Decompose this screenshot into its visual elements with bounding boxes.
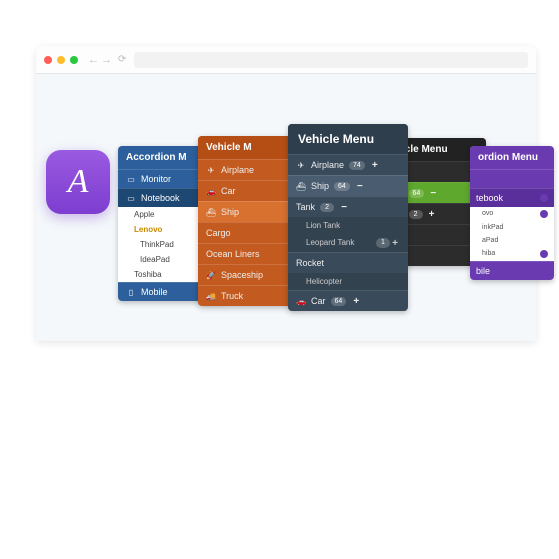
menu-item-tank[interactable]: Tank2− — [288, 196, 408, 217]
plus-icon[interactable]: + — [370, 160, 380, 170]
reload-icon[interactable]: ⟳ — [118, 54, 126, 65]
plus-icon[interactable]: + — [351, 296, 361, 306]
panel-stack: Accordion M ▭Monitor ▭Notebook Apple Len… — [118, 124, 534, 364]
sub-item[interactable]: aPad — [470, 234, 554, 247]
menu-item[interactable] — [470, 169, 554, 188]
menu-item-ship[interactable]: ⛴Ship64− — [288, 175, 408, 196]
minimize-icon[interactable] — [57, 56, 65, 64]
minus-icon[interactable]: − — [355, 181, 365, 191]
browser-chrome: ← → ⟳ — [36, 46, 536, 74]
sub-item[interactable]: inkPad — [470, 221, 554, 234]
notebook-icon: ▭ — [126, 193, 136, 203]
count-badge: 64 — [334, 182, 350, 191]
count-badge: 1 — [376, 238, 390, 248]
sub-item[interactable]: Leopard Tank1+ — [288, 234, 408, 252]
maximize-icon[interactable] — [70, 56, 78, 64]
monitor-icon: ▭ — [126, 174, 136, 184]
minus-icon[interactable]: − — [339, 202, 349, 212]
ship-icon: ⛴ — [296, 181, 306, 191]
sub-item[interactable]: Lion Tank — [288, 217, 408, 234]
sub-item[interactable]: hiba — [470, 247, 554, 261]
airplane-icon: ✈ — [206, 165, 216, 175]
url-bar[interactable] — [134, 52, 528, 68]
ship-icon: ⛴ — [206, 207, 216, 217]
panel-title: ordion Menu — [470, 146, 554, 169]
app-icon-letter: A — [68, 163, 89, 201]
sub-item[interactable]: Helicopter — [288, 273, 408, 290]
accordion-panel-purple: ordion Menu tebook ovo inkPad aPad hiba … — [470, 146, 554, 280]
minus-icon[interactable]: − — [428, 188, 438, 198]
app-icon: A — [46, 150, 110, 214]
expand-icon[interactable] — [540, 250, 548, 258]
expand-icon[interactable] — [540, 210, 548, 218]
plus-icon[interactable]: + — [427, 209, 437, 219]
menu-item-car[interactable]: 🚗Car64+ — [288, 290, 408, 311]
car-icon: 🚗 — [296, 296, 306, 306]
plus-icon[interactable]: + — [390, 238, 400, 248]
menu-item-rocket[interactable]: Rocket — [288, 252, 408, 273]
count-badge: 64 — [409, 189, 425, 198]
count-badge: 74 — [349, 161, 365, 170]
count-badge: 2 — [320, 203, 334, 212]
airplane-icon: ✈ — [296, 160, 306, 170]
car-icon: 🚗 — [206, 186, 216, 196]
sub-item[interactable]: ovo — [470, 207, 554, 221]
truck-icon: 🚚 — [206, 291, 216, 301]
close-icon[interactable] — [44, 56, 52, 64]
forward-icon[interactable]: → — [101, 54, 112, 66]
back-icon[interactable]: ← — [88, 54, 99, 66]
menu-item-airplane[interactable]: ✈Airplane74+ — [288, 154, 408, 175]
expand-icon[interactable] — [540, 267, 548, 275]
menu-item-mobile[interactable]: bile — [470, 261, 554, 280]
mobile-icon: ▯ — [126, 287, 136, 297]
count-badge: 2 — [409, 210, 423, 219]
count-badge: 64 — [331, 297, 347, 306]
rocket-icon: 🚀 — [206, 270, 216, 280]
expand-icon[interactable] — [540, 194, 548, 202]
panel-title: Vehicle Menu — [288, 124, 408, 154]
nav-arrows: ← → — [88, 54, 112, 66]
vehicle-panel-dark: Vehicle Menu ✈Airplane74+ ⛴Ship64− Tank2… — [288, 124, 408, 311]
expand-icon[interactable] — [540, 175, 548, 183]
window-controls — [44, 56, 78, 64]
menu-item-notebook[interactable]: tebook — [470, 188, 554, 207]
